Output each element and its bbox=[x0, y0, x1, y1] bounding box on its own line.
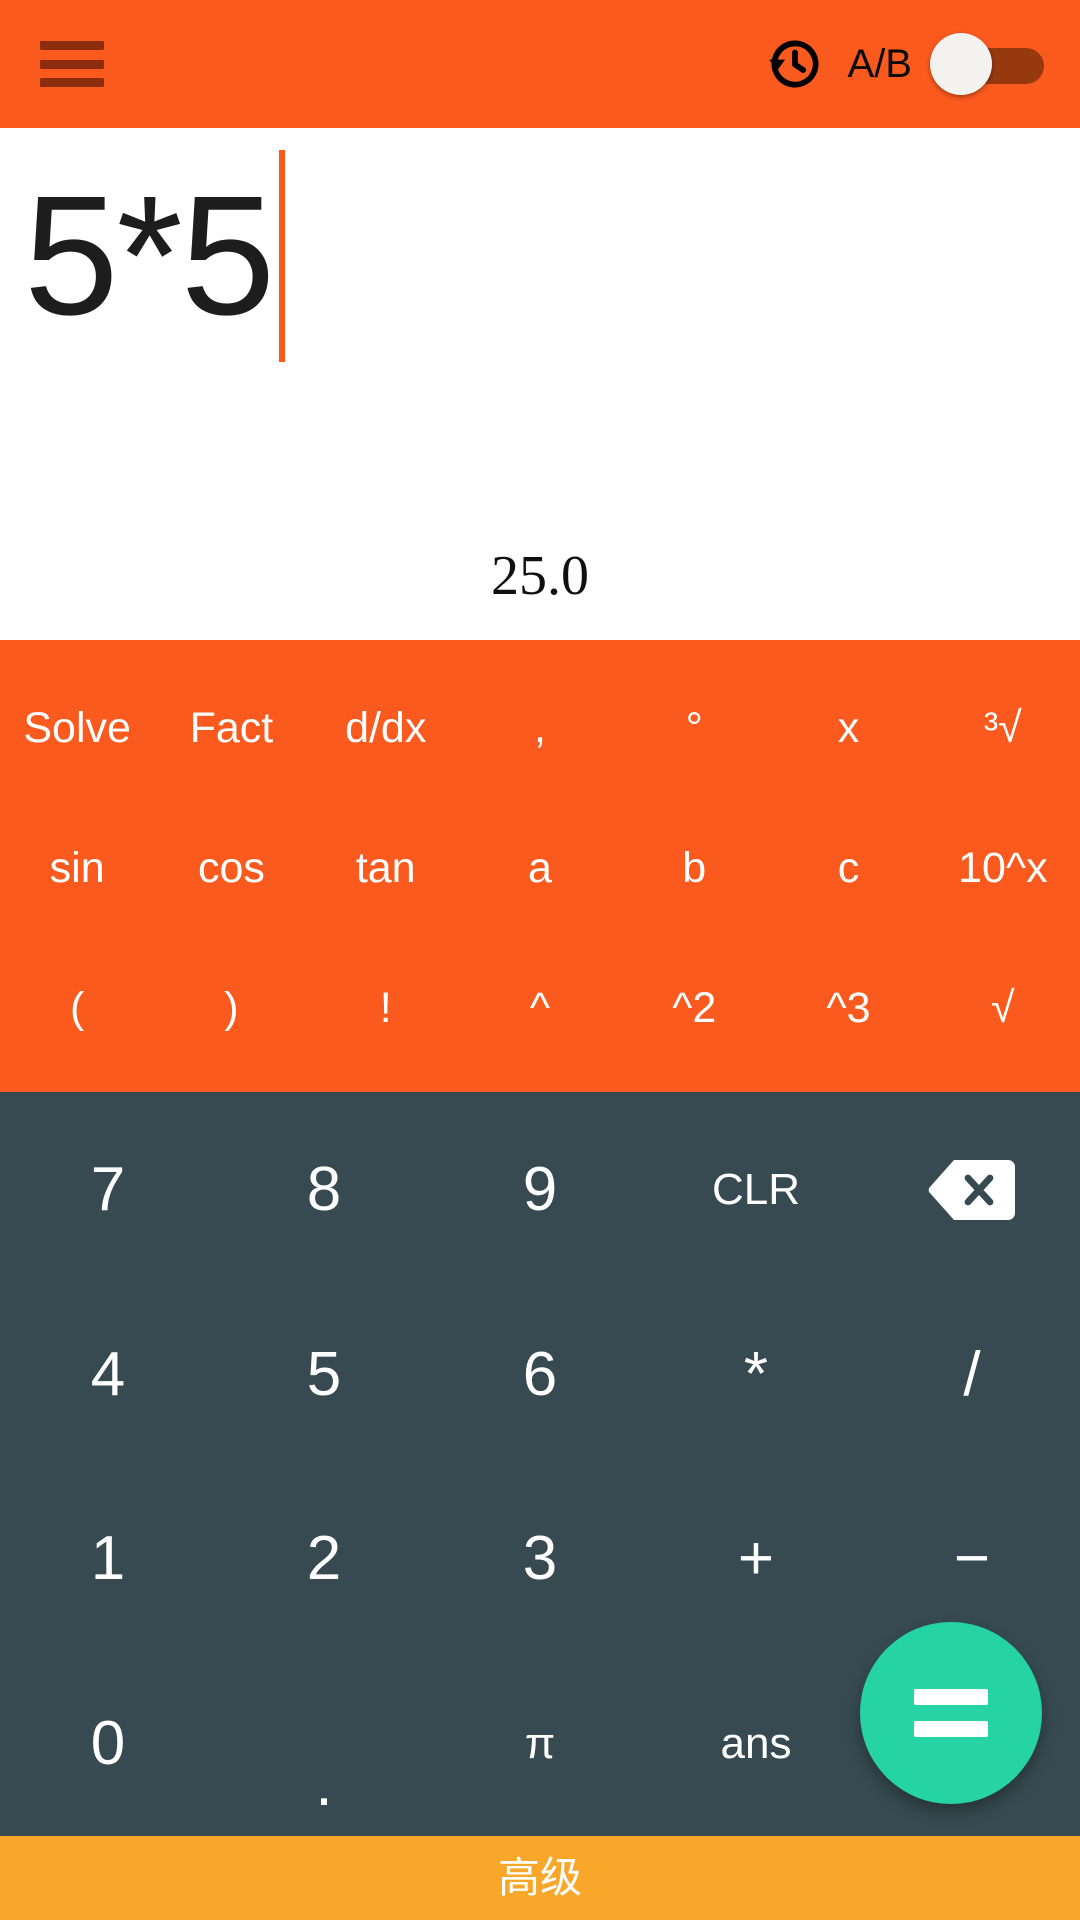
function-row-2: sin cos tan a b c 10^x bbox=[0, 804, 1080, 932]
equals-bar-top bbox=[914, 1689, 988, 1705]
ab-toggle-thumb bbox=[930, 33, 992, 95]
func-key-variable-a[interactable]: a bbox=[463, 804, 617, 932]
expression-text: 5*5 bbox=[24, 161, 275, 351]
text-caret bbox=[279, 150, 286, 362]
function-row-3: ( ) ! ^ ^2 ^3 √ bbox=[0, 944, 1080, 1072]
func-key-ddx[interactable]: d/dx bbox=[309, 664, 463, 792]
num-key-digit-4[interactable]: 4 bbox=[0, 1283, 216, 1468]
result-text: 25.0 bbox=[491, 545, 589, 607]
num-key-digit-8[interactable]: 8 bbox=[216, 1098, 432, 1283]
hamburger-bar-1 bbox=[40, 41, 104, 50]
func-key-close-paren[interactable]: ) bbox=[154, 944, 308, 1072]
num-key-digit-2[interactable]: 2 bbox=[216, 1467, 432, 1652]
hamburger-menu-icon[interactable] bbox=[40, 41, 104, 87]
ab-toggle-label: A/B bbox=[847, 42, 912, 86]
func-key-ten-power-x[interactable]: 10^x bbox=[926, 804, 1080, 932]
app-bar-actions: A/B bbox=[756, 25, 1046, 103]
func-key-solve[interactable]: Solve bbox=[0, 664, 154, 792]
ab-toggle-switch[interactable] bbox=[930, 33, 1046, 95]
num-key-digit-7[interactable]: 7 bbox=[0, 1098, 216, 1283]
advanced-bar-label: 高级 bbox=[497, 1854, 582, 1901]
func-key-cube-root[interactable]: ³√ bbox=[926, 664, 1080, 792]
history-clock-icon[interactable] bbox=[756, 25, 834, 103]
num-key-ans[interactable]: ans bbox=[648, 1652, 864, 1837]
num-key-digit-6[interactable]: 6 bbox=[432, 1283, 648, 1468]
equals-bar-bottom bbox=[914, 1721, 988, 1737]
calculator-display[interactable]: 5*5 25.0 bbox=[0, 128, 1080, 640]
func-key-open-paren[interactable]: ( bbox=[0, 944, 154, 1072]
numeric-row-2: 4 5 6 * / bbox=[0, 1283, 1080, 1468]
numeric-row-3: 1 2 3 + − bbox=[0, 1467, 1080, 1652]
func-key-variable-b[interactable]: b bbox=[617, 804, 771, 932]
numeric-row-1: 7 8 9 CLR bbox=[0, 1098, 1080, 1283]
backspace-icon bbox=[928, 1160, 1015, 1221]
func-key-cube[interactable]: ^3 bbox=[771, 944, 925, 1072]
num-key-clear[interactable]: CLR bbox=[648, 1098, 864, 1283]
num-key-decimal-point[interactable]: . bbox=[216, 1652, 432, 1837]
func-key-fact[interactable]: Fact bbox=[154, 664, 308, 792]
num-key-digit-1[interactable]: 1 bbox=[0, 1467, 216, 1652]
func-key-variable-x[interactable]: x bbox=[771, 664, 925, 792]
num-key-backspace[interactable] bbox=[864, 1098, 1080, 1283]
num-key-pi[interactable]: π bbox=[432, 1652, 648, 1837]
expression-line: 5*5 bbox=[24, 150, 286, 362]
func-key-square-root[interactable]: √ bbox=[926, 944, 1080, 1072]
hamburger-bar-2 bbox=[40, 59, 104, 69]
func-key-factorial[interactable]: ! bbox=[309, 944, 463, 1072]
function-keypad: Solve Fact d/dx , ° x ³√ sin cos tan a b… bbox=[0, 640, 1080, 1092]
func-key-variable-c[interactable]: c bbox=[771, 804, 925, 932]
func-key-cos[interactable]: cos bbox=[154, 804, 308, 932]
num-key-digit-0[interactable]: 0 bbox=[0, 1652, 216, 1837]
numeric-keypad: 7 8 9 CLR 4 5 6 * / 1 2 3 + − 0 . π ans bbox=[0, 1092, 1080, 1836]
equals-button[interactable] bbox=[860, 1622, 1042, 1804]
history-clock-glyph bbox=[768, 40, 818, 88]
func-key-comma[interactable]: , bbox=[463, 664, 617, 792]
app-bar: A/B bbox=[0, 0, 1080, 128]
advanced-bottom-bar[interactable]: 高级 bbox=[0, 1836, 1080, 1920]
calculator-app: A/B 5*5 25.0 Solve Fact d/dx , ° x ³√ si… bbox=[0, 0, 1080, 1920]
func-key-degree[interactable]: ° bbox=[617, 664, 771, 792]
func-key-square[interactable]: ^2 bbox=[617, 944, 771, 1072]
num-key-digit-9[interactable]: 9 bbox=[432, 1098, 648, 1283]
hamburger-bar-3 bbox=[40, 78, 104, 87]
num-key-plus[interactable]: + bbox=[648, 1467, 864, 1652]
func-key-tan[interactable]: tan bbox=[309, 804, 463, 932]
num-key-digit-5[interactable]: 5 bbox=[216, 1283, 432, 1468]
function-row-1: Solve Fact d/dx , ° x ³√ bbox=[0, 664, 1080, 792]
num-key-digit-3[interactable]: 3 bbox=[432, 1467, 648, 1652]
num-key-divide[interactable]: / bbox=[864, 1283, 1080, 1468]
num-key-multiply[interactable]: * bbox=[648, 1283, 864, 1468]
func-key-power[interactable]: ^ bbox=[463, 944, 617, 1072]
func-key-sin[interactable]: sin bbox=[0, 804, 154, 932]
